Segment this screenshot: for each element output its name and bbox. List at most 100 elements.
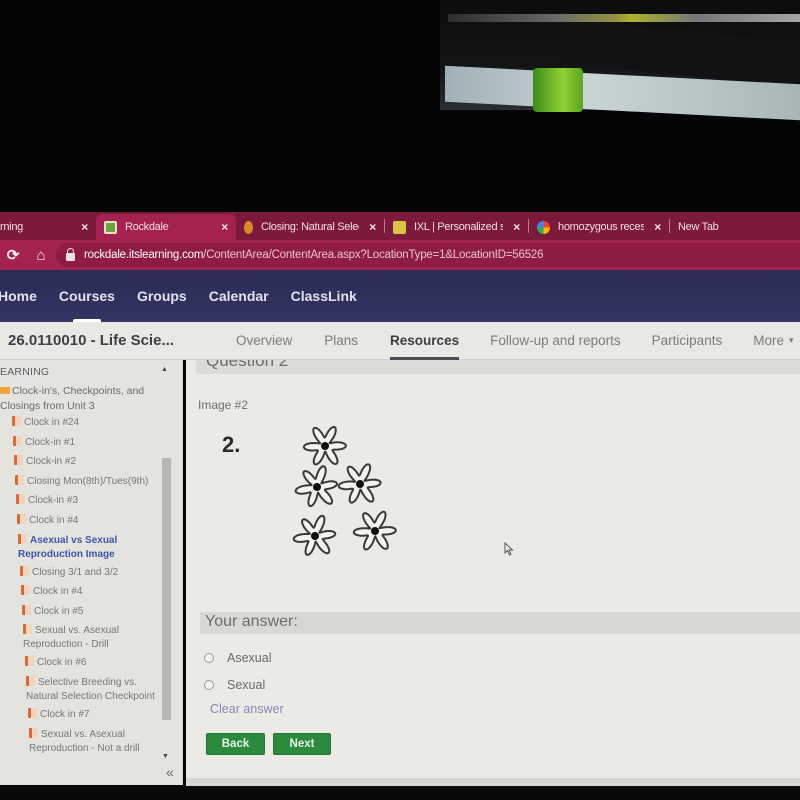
scroll-down-arrow-icon[interactable]: ▼: [162, 753, 169, 760]
nav-classlink[interactable]: ClassLink: [291, 270, 357, 322]
google-icon: [537, 220, 550, 234]
image-label: Image #2: [198, 398, 249, 412]
tree-item[interactable]: Clock in #6: [0, 656, 156, 670]
tab-follow-up-and-reports[interactable]: Follow-up and reports: [490, 322, 621, 360]
browser-tab[interactable]: rning ×: [0, 214, 96, 240]
orange-drop-icon: [244, 220, 253, 234]
address-bar: ⟳ ⌂ rockdale.itslearning.com/ContentArea…: [0, 240, 800, 270]
tree-item[interactable]: Selective Breeding vs. Natural Selection…: [0, 675, 156, 704]
tree-item-label: Closing 3/1 and 3/2: [32, 566, 119, 578]
cell-nucleus: [371, 527, 379, 535]
browser-tab[interactable]: Closing: Natural Select ×: [236, 214, 384, 240]
collapse-sidebar-icon[interactable]: «: [166, 764, 174, 780]
panel-footer: [186, 778, 800, 786]
nav-calendar[interactable]: Calendar: [209, 270, 269, 322]
cell-nucleus: [313, 483, 321, 491]
url-host: rockdale.itslearning.com: [84, 249, 204, 261]
lock-icon: [66, 248, 75, 261]
tab-resources[interactable]: Resources: [390, 322, 460, 360]
tree-item-active[interactable]: Asexual vs Sexual Reproduction Image: [0, 533, 156, 562]
tree-item-label: Clock in #7: [40, 708, 90, 720]
tree-item[interactable]: Closing Mon(8th)/Tues(9th): [0, 474, 156, 489]
url-field[interactable]: rockdale.itslearning.com/ContentArea/Con…: [56, 243, 800, 267]
close-icon[interactable]: ×: [369, 220, 376, 234]
tree-item[interactable]: Clock-in #2: [0, 455, 156, 469]
tab-more-label: More: [753, 333, 784, 348]
background-green-object: [533, 68, 583, 112]
tab-more[interactable]: More ▾: [753, 322, 793, 360]
close-icon[interactable]: ×: [513, 220, 520, 234]
resource-icon: [14, 455, 23, 466]
browser-tab-active[interactable]: Rockdale ×: [96, 214, 236, 240]
tab-plans[interactable]: Plans: [324, 322, 358, 360]
resource-icon: [23, 624, 32, 635]
option-asexual[interactable]: Asexual: [204, 651, 271, 665]
option-sexual[interactable]: Sexual: [204, 678, 265, 692]
tab-participants[interactable]: Participants: [652, 322, 723, 360]
home-icon[interactable]: ⌂: [30, 247, 52, 264]
tree-folder[interactable]: Clock-in's, Checkpoints, and Closings fr…: [0, 384, 150, 414]
resource-icon: [18, 533, 27, 544]
tree-item-label: Sexual vs. Asexual Reproduction - Not a …: [29, 728, 140, 754]
sidebar-scrollbar[interactable]: ▲ ▼: [160, 360, 182, 770]
question-panel: Question 2 Image #2 2. Your answer: Asex…: [186, 360, 800, 778]
folder-icon: [0, 387, 10, 394]
rockdale-icon: [104, 220, 117, 234]
course-header: 26.0110010 - Life Scie... Overview Plans…: [0, 322, 800, 360]
cell-nucleus: [321, 442, 329, 450]
browser-tab[interactable]: IXL | Personalized skill ×: [385, 214, 528, 240]
chevron-down-icon: ▾: [788, 335, 794, 345]
mouse-cursor-icon: [504, 542, 514, 556]
resource-icon: [29, 727, 38, 738]
radio-asexual[interactable]: [204, 653, 214, 663]
resource-icon: [16, 494, 25, 505]
resource-tree-sidebar: EARNING Clock-in's, Checkpoints, and Clo…: [0, 360, 183, 785]
browser-tab-new[interactable]: New Tab: [670, 214, 780, 240]
folder-label: Clock-in's, Checkpoints, and Closings fr…: [0, 385, 145, 412]
tree-item[interactable]: Sexual vs. Asexual Reproduction - Drill: [0, 624, 156, 652]
resource-icon: [22, 604, 31, 615]
browser-window: rning × Rockdale × Closing: Natural Sele…: [0, 212, 800, 800]
tree-item[interactable]: Clock in #5: [0, 604, 156, 619]
close-icon[interactable]: ×: [654, 220, 661, 234]
course-title[interactable]: 26.0110010 - Life Scie...: [8, 332, 236, 349]
nav-groups[interactable]: Groups: [137, 270, 187, 322]
question-header: Question 2: [196, 360, 800, 374]
tree-item-label: Clock-in #2: [26, 456, 77, 468]
tab-overview[interactable]: Overview: [236, 322, 292, 360]
answer-header: Your answer:: [200, 612, 800, 634]
tree-item[interactable]: Clock-in #1: [0, 435, 156, 450]
tree-item-label: Clock in #5: [34, 605, 84, 617]
tree-item[interactable]: Closing 3/1 and 3/2: [0, 565, 156, 580]
reload-icon[interactable]: ⟳: [2, 246, 24, 264]
tree-item[interactable]: Clock-in #3: [0, 494, 156, 508]
tree-item[interactable]: Clock in #4: [0, 585, 156, 599]
background-glare: [448, 14, 800, 22]
monitor-bezel: [0, 786, 800, 800]
back-button[interactable]: Back: [206, 733, 265, 755]
tree-item-label: Clock in #4: [33, 586, 83, 598]
browser-tab[interactable]: homozygous recessive ×: [529, 214, 669, 240]
tab-title: homozygous recessive: [558, 221, 645, 233]
budding-cells-figure: [292, 426, 397, 556]
tree-item[interactable]: Sexual vs. Asexual Reproduction - Not a …: [0, 727, 156, 756]
answer-header-label: Your answer:: [205, 613, 298, 630]
tab-strip: rning × Rockdale × Closing: Natural Sele…: [0, 212, 800, 240]
scroll-up-arrow-icon[interactable]: ▲: [161, 366, 168, 373]
nav-home[interactable]: Home: [0, 270, 37, 322]
next-button[interactable]: Next: [273, 733, 331, 755]
clear-answer-link[interactable]: Clear answer: [210, 702, 284, 716]
close-icon[interactable]: ×: [221, 220, 228, 234]
nav-courses[interactable]: Courses: [59, 270, 115, 322]
tree-item-label: Clock-in #3: [28, 495, 79, 507]
photo-background: [0, 0, 800, 212]
radio-sexual[interactable]: [204, 680, 214, 690]
cell-nucleus: [311, 532, 319, 540]
tree-item[interactable]: Clock in #24: [0, 416, 156, 430]
close-icon[interactable]: ×: [81, 220, 88, 234]
tree-item[interactable]: Clock in #4: [0, 513, 156, 528]
scrollbar-thumb[interactable]: [162, 458, 171, 720]
resource-icon: [28, 707, 37, 718]
tree-item[interactable]: Clock in #7: [0, 707, 156, 722]
tree-item-label: Clock in #6: [37, 657, 87, 669]
